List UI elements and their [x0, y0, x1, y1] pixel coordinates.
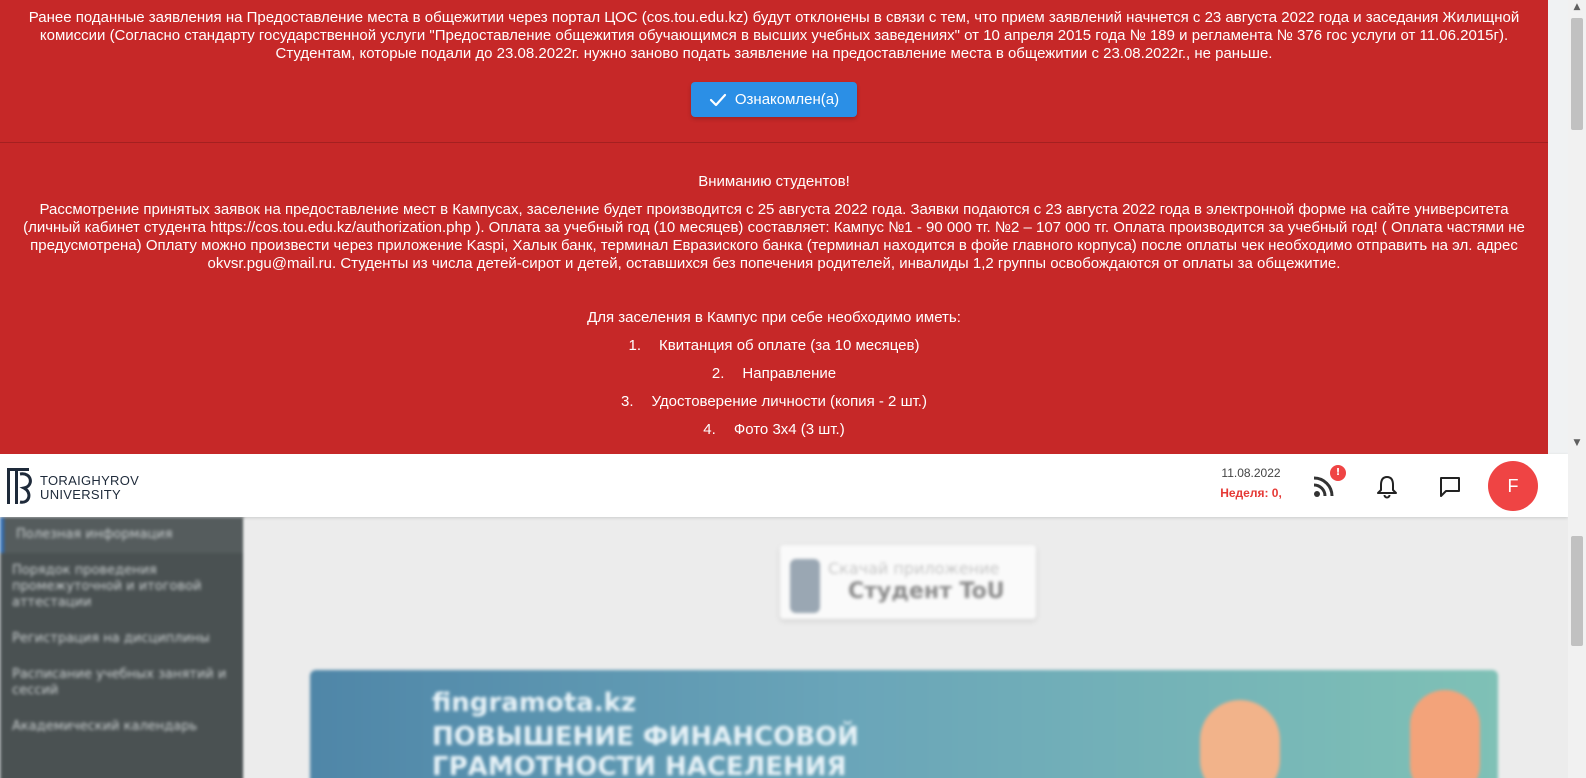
list-item-text: Квитанция об оплате (за 10 месяцев) [659, 337, 920, 354]
university-logo[interactable]: TORAIGHYROV UNIVERSITY [6, 462, 156, 510]
requirements-list: 1. Квитанция об оплате (за 10 месяцев) 2.… [0, 337, 1548, 449]
notifications-button[interactable] [1372, 471, 1402, 501]
main-content: Скачай приложение Студент ToU fingramota… [244, 517, 1586, 778]
attention-body: Рассмотрение принятых заявок на предоста… [23, 201, 1525, 272]
list-item-number: 1. [628, 337, 642, 354]
logo-mark-icon [7, 468, 32, 504]
week-number: Неделя: 0, [1220, 486, 1282, 500]
rss-button[interactable]: ! [1309, 465, 1346, 501]
dormitory-notice-text: Ранее поданные заявления на Предоставлен… [28, 9, 1520, 62]
sidebar-item-useful-info[interactable]: Полезная информация [0, 517, 244, 553]
banner-title: ПОВЫШЕНИЕ ФИНАНСОВОЙ ГРАМОТНОСТИ НАСЕЛЕН… [432, 722, 859, 778]
requirements-title: Для заселения в Кампус при себе необходи… [587, 309, 961, 326]
app-promo-subtitle: Скачай приложение [828, 559, 1000, 578]
app-promo-title: Студент ToU [848, 579, 1005, 604]
list-item: 3. Удостоверение личности (копия - 2 шт.) [0, 393, 1548, 421]
list-item-text: Фото 3х4 (3 шт.) [733, 421, 845, 438]
list-item-number: 4. [703, 421, 716, 438]
acknowledge-button[interactable]: Ознакомлен(а) [691, 82, 857, 117]
check-icon [709, 93, 726, 106]
phone-icon [790, 559, 820, 613]
list-item: 1. Квитанция об оплате (за 10 месяцев) [0, 337, 1548, 365]
sidebar-item-registration[interactable]: Регистрация на дисциплины [0, 621, 244, 657]
list-item-number: 3. [621, 393, 634, 410]
banner-illustration [1200, 700, 1280, 778]
current-date: 11.08.2022 [1221, 466, 1281, 480]
sidebar: Полезная информация Порядок проведения п… [0, 517, 244, 778]
announcement-panel: Ранее поданные заявления на Предоставлен… [0, 0, 1548, 454]
sidebar-item-calendar[interactable]: Академический календарь [0, 709, 244, 745]
list-item-text: Направление [742, 365, 837, 382]
logo-line-2: UNIVERSITY [40, 487, 122, 502]
top-header: TORAIGHYROV UNIVERSITY 11.08.2022 Неделя… [0, 454, 1568, 517]
date-info: 11.08.2022 Неделя: 0, [1210, 466, 1292, 500]
sidebar-item-schedule[interactable]: Расписание учебных занятий и сессий [0, 657, 244, 709]
attention-title: Вниманию студентов! [698, 173, 850, 190]
sidebar-item-attestation[interactable]: Порядок проведения промежуточной и итого… [0, 553, 244, 621]
banner-illustration [1410, 690, 1480, 778]
app-promo-banner[interactable]: Скачай приложение Студент ToU [780, 545, 1036, 619]
rss-badge: ! [1330, 465, 1346, 481]
logo-line-1: TORAIGHYROV [40, 473, 140, 488]
acknowledge-button-label: Ознакомлен(а) [734, 91, 840, 108]
scroll-up-arrow-icon[interactable]: ▲ [1572, 2, 1582, 12]
list-item: 2. Направление [0, 365, 1548, 393]
announcement-divider [0, 142, 1548, 143]
list-item: 4. Фото 3х4 (3 шт.) [0, 421, 1548, 449]
list-item-number: 2. [711, 365, 725, 382]
page-scrollbar[interactable]: ▲ ▼ [1568, 0, 1586, 778]
scrollbar-thumb[interactable] [1571, 18, 1583, 130]
user-avatar[interactable]: F [1488, 461, 1538, 511]
banner-site: fingramota.kz [432, 688, 636, 718]
fingramota-banner[interactable]: fingramota.kz ПОВЫШЕНИЕ ФИНАНСОВОЙ ГРАМО… [310, 670, 1498, 778]
scroll-down-arrow-icon[interactable]: ▼ [1572, 438, 1582, 448]
messages-button[interactable] [1435, 471, 1465, 501]
bell-icon [1377, 476, 1397, 499]
content-scrollbar-thumb[interactable] [1571, 536, 1583, 646]
chat-icon [1440, 477, 1460, 497]
list-item-text: Удостоверение личности (копия - 2 шт.) [651, 393, 927, 410]
